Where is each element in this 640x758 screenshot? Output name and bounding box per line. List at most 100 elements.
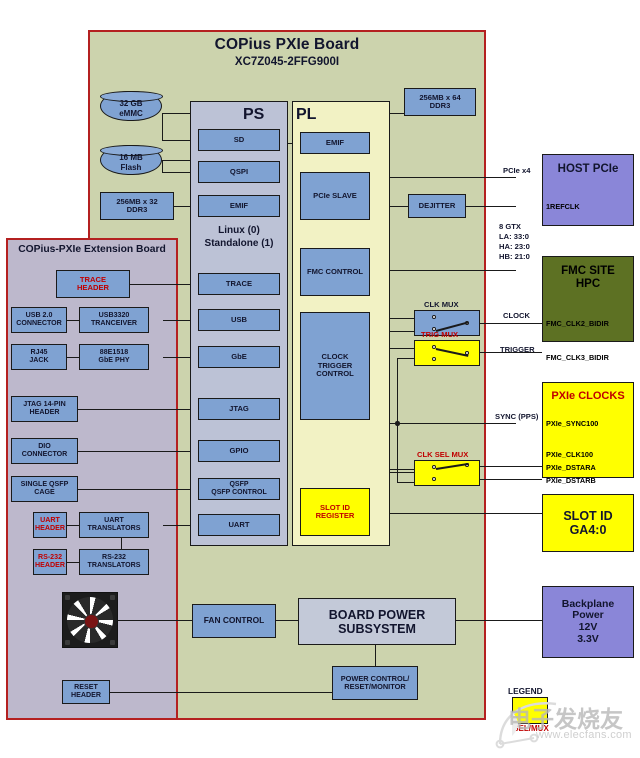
- signal-label-pcie-x4: PCIe x4: [503, 166, 531, 175]
- wire-fan: [118, 620, 192, 622]
- pl-block-clock-trigger-control: CLOCK TRIGGER CONTROL: [300, 312, 370, 420]
- wire-rj45-phy: [67, 357, 79, 359]
- right-block-backplane-power: Backplane Power 12V 3.3V: [542, 586, 634, 658]
- pin-pxie-dstara: PXIe_DSTARA: [546, 463, 596, 472]
- wire-ctc-trigmux: [388, 348, 414, 350]
- clk-sel-mux-arm: [435, 462, 469, 470]
- wire-ctc-clkselmux: [388, 472, 414, 474]
- ext-block-dio-connector: DIO CONNECTOR: [11, 438, 78, 464]
- ps-block-usb: USB: [198, 309, 280, 331]
- board-subtitle: XC7Z045-2FFG900I: [234, 56, 340, 68]
- memory-flash-label: 16 MB Flash: [119, 153, 143, 172]
- wire-trace: [130, 284, 198, 286]
- ext-block-trace-header: TRACE HEADER: [56, 270, 130, 298]
- ext-block-rs232-header: RS-232 HEADER: [33, 549, 67, 575]
- memory-flash: 16 MB Flash: [99, 144, 163, 175]
- ext-block-usb-connector: USB 2.0 CONNECTOR: [11, 307, 67, 333]
- ext-block-rj45-jack: RJ45 JACK: [11, 344, 67, 370]
- wire-qsfp: [78, 489, 198, 491]
- memory-emmc: 32 GB eMMC: [99, 90, 163, 121]
- ext-block-qsfp-cage: SINGLE QSFP CAGE: [11, 476, 78, 502]
- trig-mux-arm: [435, 348, 469, 357]
- legend-swatch: [512, 697, 548, 724]
- wire-fanctl-power: [276, 620, 298, 622]
- clk-mux-in-a: [432, 315, 436, 319]
- trig-mux-box[interactable]: [414, 340, 480, 366]
- wire-power-backplane: [456, 620, 542, 622]
- ext-block-jtag-header: JTAG 14-PIN HEADER: [11, 396, 78, 422]
- right-block-slot-id: SLOT ID GA4:0: [542, 494, 634, 552]
- pl-block-slot-id-register: SLOT ID REGISTER: [300, 488, 370, 536]
- pl-block-pcie-slave: PCIe SLAVE: [300, 172, 370, 220]
- wire-fb2: [397, 358, 399, 370]
- ps-block-uart: UART: [198, 514, 280, 536]
- legend-title: LEGEND: [508, 686, 543, 696]
- wire-reset: [110, 692, 332, 694]
- wire-rs232header-xlat: [67, 562, 79, 564]
- signal-label-sync-pps: SYNC (PPS): [495, 412, 539, 421]
- block-diagram-canvas: COPius PXIe Board XC7Z045-2FFG900I COPiu…: [0, 0, 640, 758]
- fan-screw-tl: [65, 595, 70, 600]
- fan-icon: [62, 592, 118, 648]
- wire-power-pcrm: [375, 645, 377, 666]
- extension-board-title: COPius-PXIe Extension Board: [18, 244, 166, 255]
- block-power-control-reset-monitor: POWER CONTROL/ RESET/MONITOR: [332, 666, 418, 700]
- signal-label-clock: CLOCK: [503, 311, 530, 320]
- wire-clkselmux-out2: [480, 479, 542, 481]
- pl-block-fmc-control: FMC CONTROL: [300, 248, 370, 296]
- ps-block-gbe: GbE: [198, 346, 280, 368]
- wire-usbconn-phy: [67, 320, 79, 322]
- memory-ps-ddr3: 256MB x 32 DDR3: [100, 192, 174, 220]
- ps-block-gpio: GPIO: [198, 440, 280, 462]
- junction-dot-b: [395, 421, 400, 426]
- clk-sel-mux-label: CLK SEL MUX: [417, 450, 469, 459]
- memory-emmc-label: 32 GB eMMC: [119, 99, 143, 118]
- fan-screw-br: [110, 640, 115, 645]
- memory-pl-ddr3: 256MB x 64 DDR3: [404, 88, 476, 116]
- clk-mux-label: CLK MUX: [424, 300, 459, 309]
- ps-block-qsfp: QSFP QSFP CONTROL: [198, 478, 280, 500]
- wire-fb3: [397, 370, 399, 482]
- wire-fb2-h: [397, 358, 414, 360]
- ps-block-sd: SD: [198, 129, 280, 151]
- wire-uartheader-xlat: [67, 525, 79, 527]
- clk-sel-mux-box[interactable]: [414, 460, 480, 486]
- fan-hub-cap: [83, 613, 99, 629]
- ps-block-jtag: JTAG: [198, 398, 280, 420]
- block-board-power-subsystem: BOARD POWER SUBSYSTEM: [298, 598, 456, 645]
- block-fan-control: FAN CONTROL: [192, 604, 276, 638]
- wire-clkmux-out: [480, 323, 542, 325]
- pin-pxie-clk100: PXIe_CLK100: [546, 450, 594, 459]
- ext-block-usb3320-tranceiver: USB3320 TRANCEIVER: [79, 307, 149, 333]
- ps-title: PS: [243, 106, 265, 123]
- right-block-fmc-site-hpc: FMC SITE HPC: [542, 256, 634, 342]
- wire-gpio: [78, 451, 198, 453]
- ext-block-uart-translators: UART TRANSLATORS: [79, 512, 149, 538]
- wire-fb3-h: [397, 482, 414, 484]
- wire-ctc-clkmux: [388, 318, 414, 320]
- trig-mux-in-b: [432, 357, 436, 361]
- wire-clkselmux-out1: [480, 466, 542, 468]
- trig-mux-label: TRIG MUX: [421, 330, 459, 339]
- pl-block-emif: EMIF: [300, 132, 370, 154]
- wire-sync-pps: [388, 423, 516, 425]
- pin-pxie-sync100: PXIe_SYNC100: [546, 419, 599, 428]
- pin-pxie-dstarb: PXIe_DSTARB: [546, 476, 596, 485]
- ps-block-qspi: QSPI: [198, 161, 280, 183]
- clk-sel-mux-in-b: [432, 477, 436, 481]
- ps-block-trace: TRACE: [198, 273, 280, 295]
- legend-caption: SEL/MUX: [513, 724, 549, 733]
- wire-emmc-sd-v: [162, 113, 164, 141]
- ext-block-reset-header: RESET HEADER: [62, 680, 110, 704]
- wire-fmc-gtx: [388, 270, 516, 272]
- fan-screw-bl: [65, 640, 70, 645]
- wire-jtag: [78, 409, 198, 411]
- block-dejitter: DEJITTER: [408, 194, 466, 218]
- wire-dejitter-refclk: [466, 206, 516, 208]
- signal-label-trigger: TRIGGER: [500, 345, 535, 354]
- pin-fmc-clk3: FMC_CLK3_BIDIR: [546, 353, 609, 362]
- ext-block-uart-header: UART HEADER: [33, 512, 67, 538]
- pl-title: PL: [296, 106, 317, 123]
- pin-fmc-clk2: FMC_CLK2_BIDIR: [546, 319, 609, 328]
- right-block-host-pcie: HOST PCIe: [542, 154, 634, 226]
